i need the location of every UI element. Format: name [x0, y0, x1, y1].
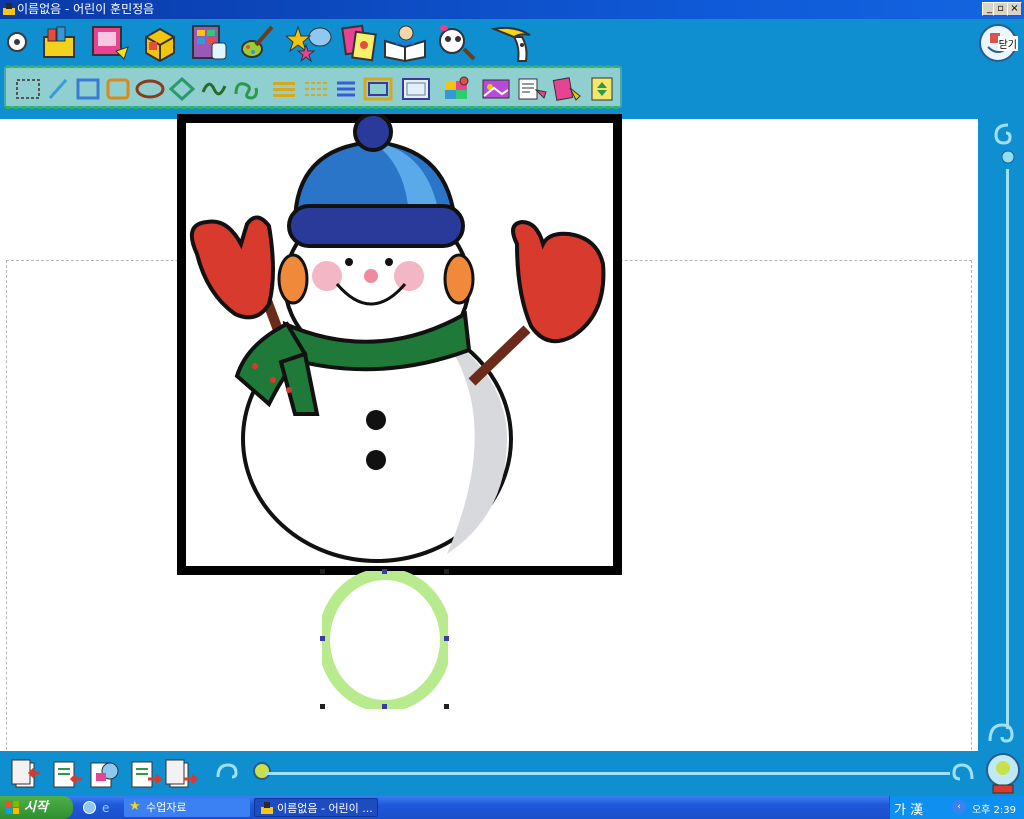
close-button[interactable]: × — [1007, 2, 1022, 16]
folder-books-icon[interactable] — [40, 23, 80, 63]
cards-icon[interactable] — [340, 23, 380, 63]
vertical-scroll-track[interactable] — [1006, 169, 1009, 729]
line-style-tool[interactable] — [332, 76, 360, 102]
banana-icon[interactable] — [490, 23, 536, 63]
right-scroll-rail — [978, 119, 1024, 751]
circle-shape[interactable] — [322, 571, 448, 709]
fill-color-tool[interactable] — [442, 76, 470, 102]
top-toolbar: 닫기 — [0, 19, 1024, 119]
exit-label: 닫기 — [997, 36, 1018, 51]
swirl-right-icon — [952, 763, 974, 781]
stars-icon[interactable] — [286, 23, 332, 63]
frame-tool[interactable] — [362, 76, 394, 102]
toolbar-border-top — [6, 65, 620, 68]
line-tool[interactable] — [44, 76, 72, 102]
globe-icon[interactable] — [984, 751, 1022, 795]
quicklaunch-desktop-icon[interactable] — [82, 800, 97, 815]
next-page-icon[interactable] — [128, 757, 162, 791]
handle-bottom-left[interactable] — [320, 704, 325, 709]
star-icon: ★ — [129, 799, 141, 814]
title-bar: 이름없음 - 어린이 훈민정음 _ ▫ × — [0, 0, 1024, 19]
handle-bottom-right[interactable] — [444, 704, 449, 709]
page-slider-track[interactable] — [266, 772, 950, 775]
task-label: 이름없음 - 어린이 ... — [277, 802, 373, 815]
ime-indicator[interactable]: 가 漢 — [894, 799, 923, 818]
sort-tool[interactable] — [588, 76, 616, 102]
picture-icon[interactable] — [90, 23, 130, 63]
quicklaunch-ie-icon[interactable]: e — [100, 800, 115, 815]
os-taskbar: 시작 e ★ 수업자료 이름없음 - 어린이 ... 가 漢 ‹ 오후 2:39 — [0, 796, 1024, 819]
handle-top-right[interactable] — [444, 569, 449, 574]
start-button[interactable]: 시작 — [0, 796, 73, 819]
tray-chevron-icon[interactable]: ‹ — [952, 800, 966, 814]
swirl-bottom-icon — [988, 723, 1014, 743]
rect-tool[interactable] — [74, 76, 102, 102]
start-label: 시작 — [24, 800, 48, 815]
prev-page-icon[interactable] — [50, 757, 84, 791]
select-rect-tool[interactable] — [14, 76, 42, 102]
last-page-icon[interactable] — [164, 757, 198, 791]
paint-icon[interactable] — [238, 23, 278, 63]
disc-icon[interactable] — [4, 23, 30, 63]
toolbar-border-bottom — [6, 106, 620, 109]
line-thick-tool[interactable] — [270, 76, 298, 102]
line-dash-tool[interactable] — [302, 76, 330, 102]
frame-plain-tool[interactable] — [400, 76, 432, 102]
handle-top-left[interactable] — [320, 569, 325, 574]
handle-left[interactable] — [320, 636, 325, 641]
drawing-canvas[interactable] — [0, 114, 978, 780]
app-small-icon — [261, 802, 273, 814]
task-app-window[interactable]: 이름없음 - 어린이 ... — [254, 798, 378, 817]
first-page-icon[interactable] — [10, 757, 44, 791]
exit-button[interactable]: 닫기 — [978, 21, 1020, 65]
ellipse-tool[interactable] — [134, 76, 166, 102]
app-window: 이름없음 - 어린이 훈민정음 _ ▫ × 닫기 시작 e ★ 수업자료 이름없… — [0, 0, 1024, 819]
handle-top[interactable] — [382, 569, 387, 574]
restore-button[interactable]: ▫ — [993, 2, 1008, 16]
bottom-nav-bar — [0, 751, 1024, 796]
magnify-icon[interactable] — [434, 23, 480, 63]
handle-bottom[interactable] — [382, 704, 387, 709]
task-lesson-materials[interactable]: ★ 수업자료 — [124, 798, 250, 817]
clock: 오후 2:39 — [971, 805, 1016, 816]
text-tool[interactable] — [516, 76, 548, 102]
chart-icon[interactable] — [190, 23, 230, 63]
box-icon[interactable] — [140, 23, 180, 63]
system-tray: 가 漢 ‹ 오후 2:39 — [889, 796, 1024, 819]
swirl-top-icon — [994, 123, 1015, 164]
diamond-tool[interactable] — [168, 76, 196, 102]
task-label: 수업자료 — [146, 801, 187, 814]
spiral-tool[interactable] — [232, 76, 260, 102]
image-tool[interactable] — [480, 76, 512, 102]
main-icon-row — [0, 19, 560, 65]
draw-toolbar — [4, 65, 622, 109]
windows-flag-icon — [6, 801, 19, 814]
curve-tool[interactable] — [200, 76, 228, 102]
book-icon[interactable] — [382, 23, 428, 63]
snowman-image[interactable] — [177, 114, 622, 575]
rounded-rect-tool[interactable] — [104, 76, 132, 102]
text-effect-tool[interactable] — [552, 76, 584, 102]
app-icon — [3, 3, 15, 15]
window-title: 이름없음 - 어린이 훈민정음 — [17, 2, 155, 16]
handle-right[interactable] — [444, 636, 449, 641]
page-list-icon[interactable] — [88, 757, 122, 791]
svg-text:e: e — [102, 801, 109, 815]
